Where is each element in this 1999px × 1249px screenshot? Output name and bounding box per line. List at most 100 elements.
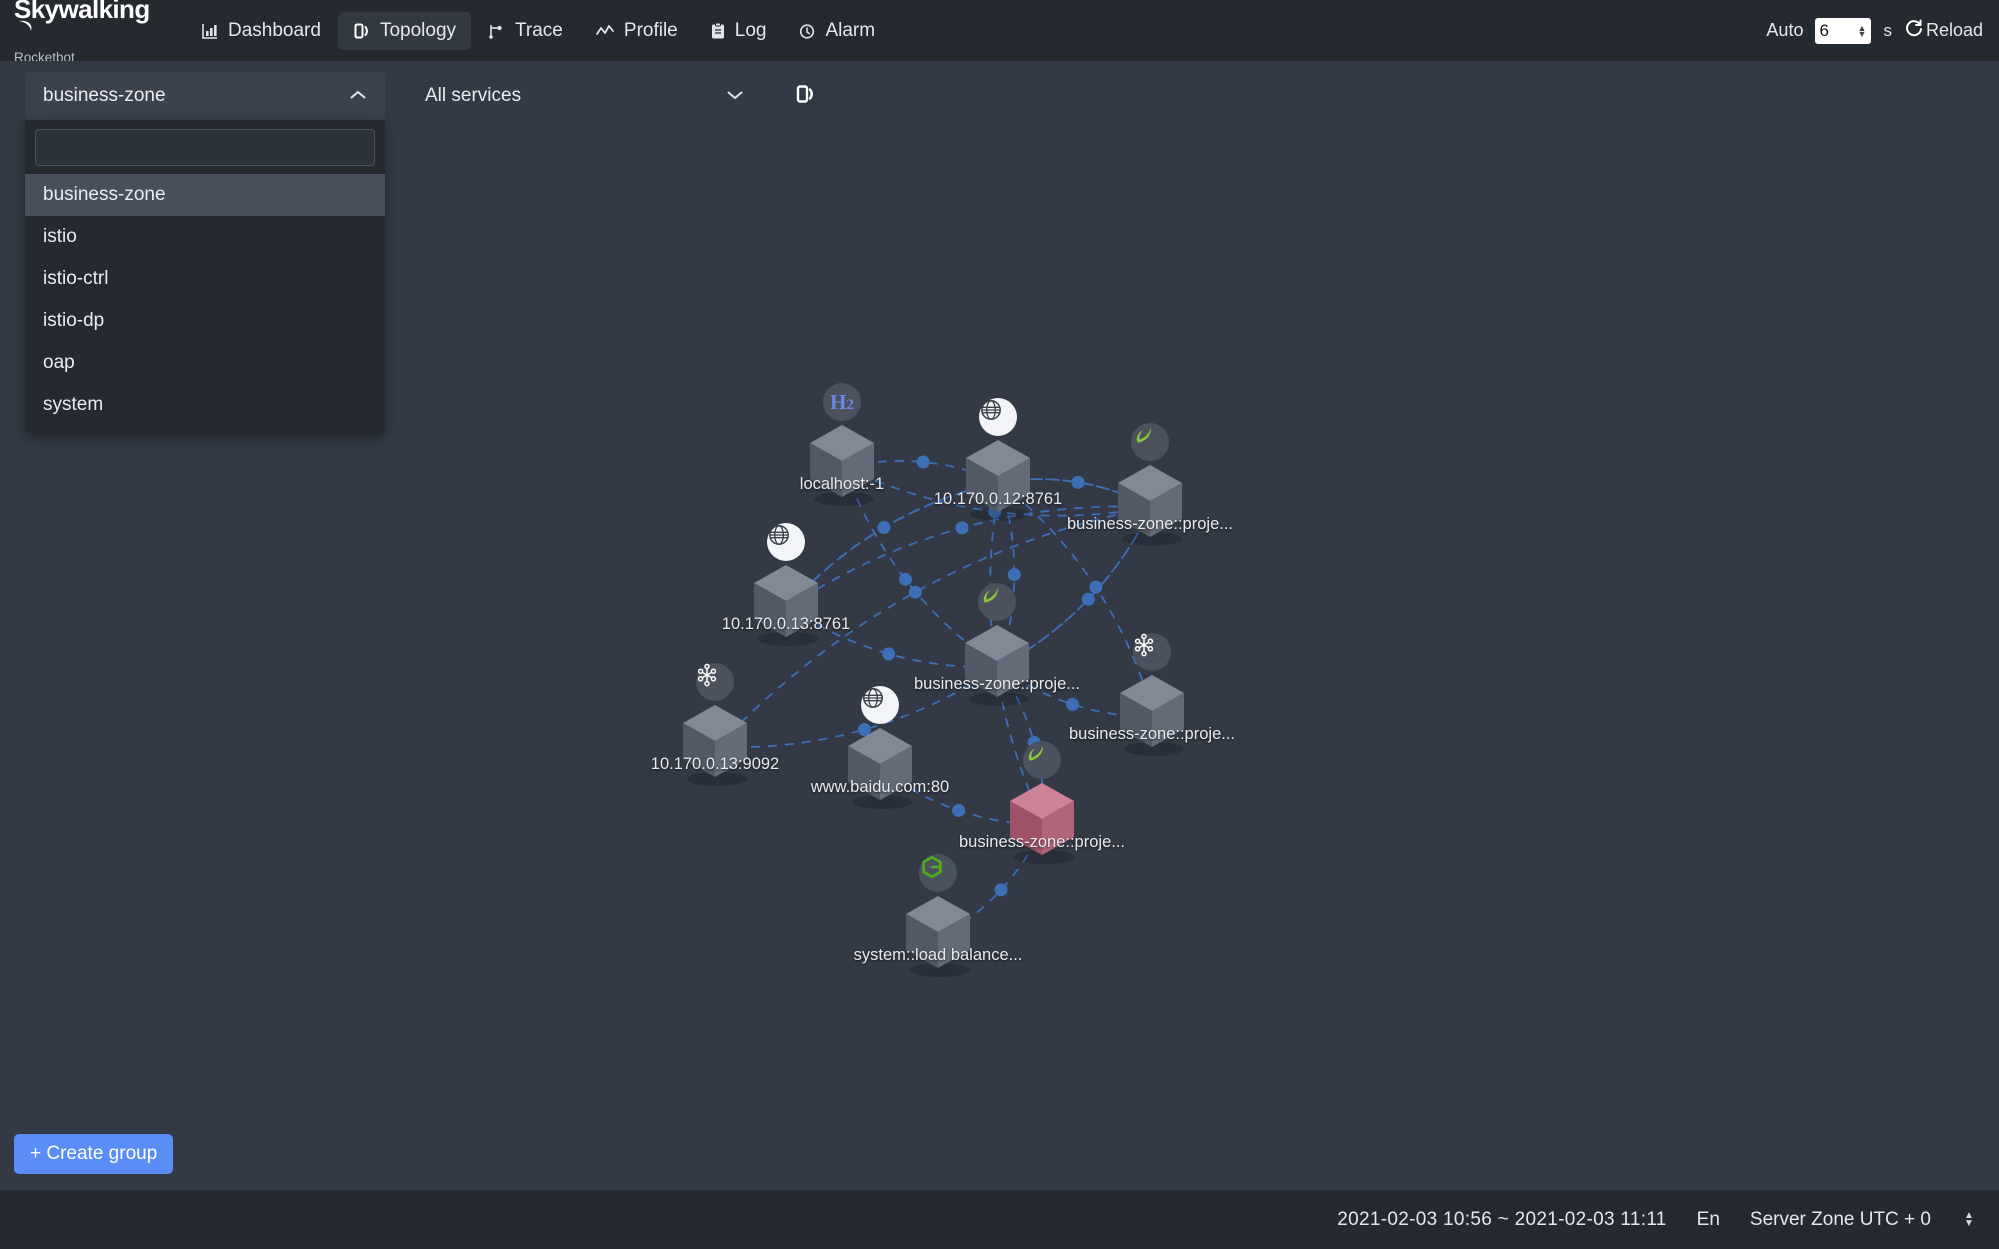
edge-traffic-dot: [1066, 697, 1079, 711]
zone-select[interactable]: business-zone: [25, 72, 385, 120]
globe-icon: [767, 523, 805, 561]
node-label: business-zone::proje...: [1066, 515, 1234, 533]
edge-traffic-dot: [1089, 580, 1103, 594]
chart-bar-icon: [201, 22, 219, 40]
spring-leaf-icon: [1131, 423, 1169, 461]
zone-option-system[interactable]: system: [25, 384, 385, 426]
nav-label-trace: Trace: [515, 19, 563, 41]
node-label: www.baidu.com:80: [810, 778, 950, 796]
nav-item-topology[interactable]: Topology: [337, 11, 472, 50]
node-label: system::load balance...: [853, 946, 1023, 964]
nav-label-topology: Topology: [379, 19, 457, 41]
globe-icon: [861, 686, 899, 724]
nav-item-dashboard[interactable]: Dashboard: [186, 12, 336, 50]
topology-node[interactable]: business-zone::proje...: [914, 583, 1080, 711]
alarm-clock-icon: [798, 22, 816, 40]
spring-leaf-icon: [978, 583, 1016, 621]
log-clipboard-icon: [710, 22, 726, 40]
nav-item-trace[interactable]: Trace: [473, 12, 578, 50]
profile-line-icon: [595, 22, 615, 40]
topology-node[interactable]: H2 localhost:-1: [799, 383, 885, 511]
zone-option-business-zone[interactable]: business-zone: [25, 174, 385, 216]
zone-select-wrapper: business-zone business-zone istio istio-ct…: [25, 72, 385, 434]
topology-node[interactable]: business-zone::proje...: [1069, 633, 1235, 761]
language-selector[interactable]: En: [1697, 1209, 1720, 1231]
topology-canvas: H2 localhost:-1 10.170.0.12:8761 business-z…: [0, 61, 1999, 1190]
timezone-label[interactable]: Server Zone UTC + 0: [1750, 1209, 1931, 1231]
auto-refresh-value: 6: [1819, 20, 1829, 40]
h2-icon: H2: [823, 383, 861, 421]
kafka-icon: [696, 663, 734, 701]
spinner-icon[interactable]: ▲ ▼: [1961, 1208, 1977, 1232]
chevron-down-icon: [726, 85, 744, 107]
node-label: 10.170.0.13:8761: [721, 615, 851, 633]
topology-node[interactable]: 10.170.0.13:8761: [722, 523, 850, 651]
edge-traffic-dot: [882, 647, 896, 661]
trace-icon: [488, 22, 506, 40]
spinner-arrows-icon[interactable]: ▲ ▼: [1858, 23, 1867, 38]
toggle-layout-icon: [794, 83, 816, 110]
topology-node[interactable]: business-zone::proje...: [959, 741, 1125, 869]
nav-item-profile[interactable]: Profile: [580, 12, 693, 50]
top-right-controls: Auto 6 ▲ ▼ s Reload: [1766, 17, 1999, 44]
brand-logo[interactable]: Skywalking Rocketbot: [0, 0, 160, 65]
node-label: business-zone::proje...: [913, 675, 1081, 693]
zone-option-istio[interactable]: istio: [25, 216, 385, 258]
zone-option-list: business-zone istio istio-ctrl istio-dp oap s…: [25, 174, 385, 426]
edge-traffic-dot: [1071, 475, 1085, 489]
zone-option-istio-ctrl[interactable]: istio-ctrl: [25, 258, 385, 300]
nav-menu: Dashboard Topology Trace Profile Log Ala…: [186, 11, 890, 50]
reload-button[interactable]: Reload: [1904, 18, 1983, 43]
edge-traffic-dot: [1081, 592, 1095, 606]
topology-controls: business-zone business-zone istio istio-ct…: [25, 72, 826, 434]
topology-icon: [353, 22, 371, 40]
topology-node[interactable]: www.baidu.com:80: [811, 686, 949, 814]
topology-node[interactable]: 10.170.0.12:8761: [934, 398, 1062, 526]
spring-leaf-icon: [1023, 741, 1061, 779]
globe-icon: [979, 398, 1017, 436]
node-label: business-zone::proje...: [958, 833, 1126, 851]
topology-node[interactable]: business-zone::proje...: [1067, 423, 1233, 551]
time-range-label[interactable]: 2021-02-03 10:56 ~ 2021-02-03 11:11: [1337, 1209, 1666, 1231]
zone-option-oap[interactable]: oap: [25, 342, 385, 384]
kafka-icon: [1133, 633, 1171, 671]
edge-traffic-dot: [908, 585, 922, 599]
services-select[interactable]: All services: [407, 72, 762, 120]
nav-item-alarm[interactable]: Alarm: [783, 12, 890, 50]
edge-traffic-dot: [1007, 568, 1021, 582]
edge-traffic-dot: [899, 572, 912, 586]
zone-option-istio-dp[interactable]: istio-dp: [25, 300, 385, 342]
toggle-layout-button[interactable]: [784, 75, 826, 117]
nav-label-profile: Profile: [623, 19, 678, 41]
nav-label-dashboard: Dashboard: [228, 19, 321, 41]
auto-refresh-input[interactable]: 6 ▲ ▼: [1815, 17, 1872, 44]
zone-search-input[interactable]: [35, 129, 375, 166]
topology-node[interactable]: system::load balance...: [854, 854, 1022, 982]
chevron-up-icon: [349, 85, 367, 107]
top-navigation-bar: Skywalking Rocketbot Dashboard Topology: [0, 0, 1999, 65]
zone-select-value: business-zone: [43, 85, 166, 106]
reload-label: Reload: [1925, 20, 1983, 40]
nav-item-log[interactable]: Log: [695, 12, 782, 50]
create-group-button[interactable]: + Create group: [14, 1134, 174, 1174]
nav-label-alarm: Alarm: [825, 19, 876, 41]
node-label: business-zone::proje...: [1068, 725, 1236, 743]
nav-label-log: Log: [734, 19, 767, 41]
node-label: 10.170.0.13:9092: [650, 755, 780, 773]
topology-node[interactable]: 10.170.0.13:9092: [651, 663, 779, 791]
services-select-wrapper: All services: [407, 72, 762, 120]
services-select-value: All services: [425, 85, 522, 106]
node-label: localhost:-1: [799, 475, 885, 493]
node-label: 10.170.0.12:8761: [933, 490, 1063, 508]
edge-traffic-dot: [994, 883, 1008, 897]
auto-refresh-unit: s: [1883, 20, 1892, 40]
auto-label: Auto: [1766, 20, 1804, 40]
skywalking-app: Skywalking Rocketbot Dashboard Topology: [0, 0, 1999, 1249]
edge-traffic-dot: [952, 803, 966, 817]
zone-dropdown-panel: business-zone istio istio-ctrl istio-dp oap s…: [25, 120, 385, 434]
status-bar: 2021-02-03 10:56 ~ 2021-02-03 11:11 En S…: [0, 1190, 1999, 1249]
moon-icon: [15, 16, 35, 42]
nginx-icon: [919, 854, 957, 892]
edge-traffic-dot: [877, 521, 891, 535]
edge-traffic-dot: [916, 455, 930, 469]
